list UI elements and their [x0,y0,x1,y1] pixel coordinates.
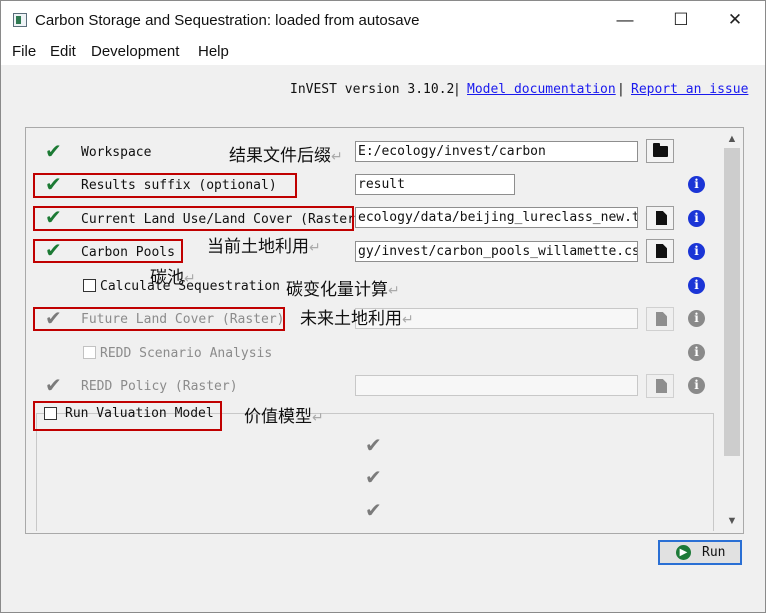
valuation-status-icon: ✔ [365,435,382,457]
annotation-seq-calc: 碳变化量计算↵ [286,280,400,300]
maximize-button[interactable]: ☐ [661,7,701,33]
minimize-button[interactable]: — [605,7,645,33]
future-lulc-browse-button[interactable] [646,307,674,331]
redd-policy-input[interactable] [355,375,638,396]
carbon-pools-browse-button[interactable] [646,239,674,263]
version-label: InVEST version 3.10.2 [290,82,455,97]
annotation-box-future-lulc [33,307,285,331]
menu-bar: File Edit Development Help [1,39,765,65]
workspace-valid-icon: ✔ [45,141,62,163]
menu-edit[interactable]: Edit [50,43,76,60]
window-title: Carbon Storage and Sequestration: loaded… [35,12,420,29]
scroll-down-icon[interactable]: ▼ [724,513,740,529]
scrollbar-thumb[interactable] [724,148,740,456]
menu-file[interactable]: File [12,43,36,60]
info-icon[interactable]: i [688,344,705,361]
annotation-valuation: 价值模型↵ [244,407,324,427]
annotation-box-suffix [33,173,297,198]
carbon-pools-input[interactable]: gy/invest/carbon_pools_willamette.csv [355,241,638,262]
valuation-status-icon: ✔ [365,467,382,489]
workspace-label: Workspace [81,145,152,160]
play-icon: ▶ [676,545,691,560]
header-separator: | [453,82,461,97]
workspace-input[interactable]: E:/ecology/invest/carbon [355,141,638,162]
workspace-browse-button[interactable] [646,139,674,163]
folder-icon [653,143,668,157]
current-lulc-browse-button[interactable] [646,206,674,230]
model-documentation-link[interactable]: Model documentation [467,82,616,97]
app-icon [13,13,27,27]
info-icon[interactable]: i [688,377,705,394]
info-icon[interactable]: i [688,176,705,193]
redd-policy-label: REDD Policy (Raster) [81,379,238,394]
redd-scenario-label: REDD Scenario Analysis [100,346,273,361]
menu-development[interactable]: Development [91,43,179,60]
annotation-box-current-lulc [33,206,354,231]
current-lulc-input[interactable]: ecology/data/beijing_lureclass_new.tif [355,207,638,228]
file-icon [656,379,667,393]
annotation-box-valuation [33,401,222,431]
annotation-current-lulc: 当前土地利用↵ [207,237,321,257]
run-button-label: Run [702,545,726,560]
file-icon [656,312,667,326]
menu-help[interactable]: Help [198,43,229,60]
app-window: Carbon Storage and Sequestration: loaded… [0,0,766,613]
info-icon[interactable]: i [688,310,705,327]
info-icon[interactable]: i [688,210,705,227]
report-issue-link[interactable]: Report an issue [631,82,748,97]
annotation-box-carbon-pools [33,239,183,263]
header-separator: | [617,82,625,97]
results-suffix-input[interactable]: result [355,174,515,195]
annotation-carbon-pool: 碳池↵ [150,268,196,288]
run-button[interactable]: ▶ Run [658,540,742,565]
redd-policy-browse-button[interactable] [646,374,674,398]
calc-sequestration-checkbox[interactable] [83,279,96,292]
annotation-future-lulc: 未来土地利用↵ [300,309,414,329]
annotation-workspace: 结果文件后缀↵ [229,146,343,166]
redd-policy-status-icon: ✔ [45,375,62,397]
title-bar: Carbon Storage and Sequestration: loaded… [1,1,765,39]
info-icon[interactable]: i [688,277,705,294]
scroll-up-icon[interactable]: ▲ [724,131,740,147]
valuation-status-icon: ✔ [365,500,382,522]
close-button[interactable]: ✕ [715,7,755,33]
info-icon[interactable]: i [688,243,705,260]
file-icon [656,211,667,225]
file-icon [656,244,667,258]
